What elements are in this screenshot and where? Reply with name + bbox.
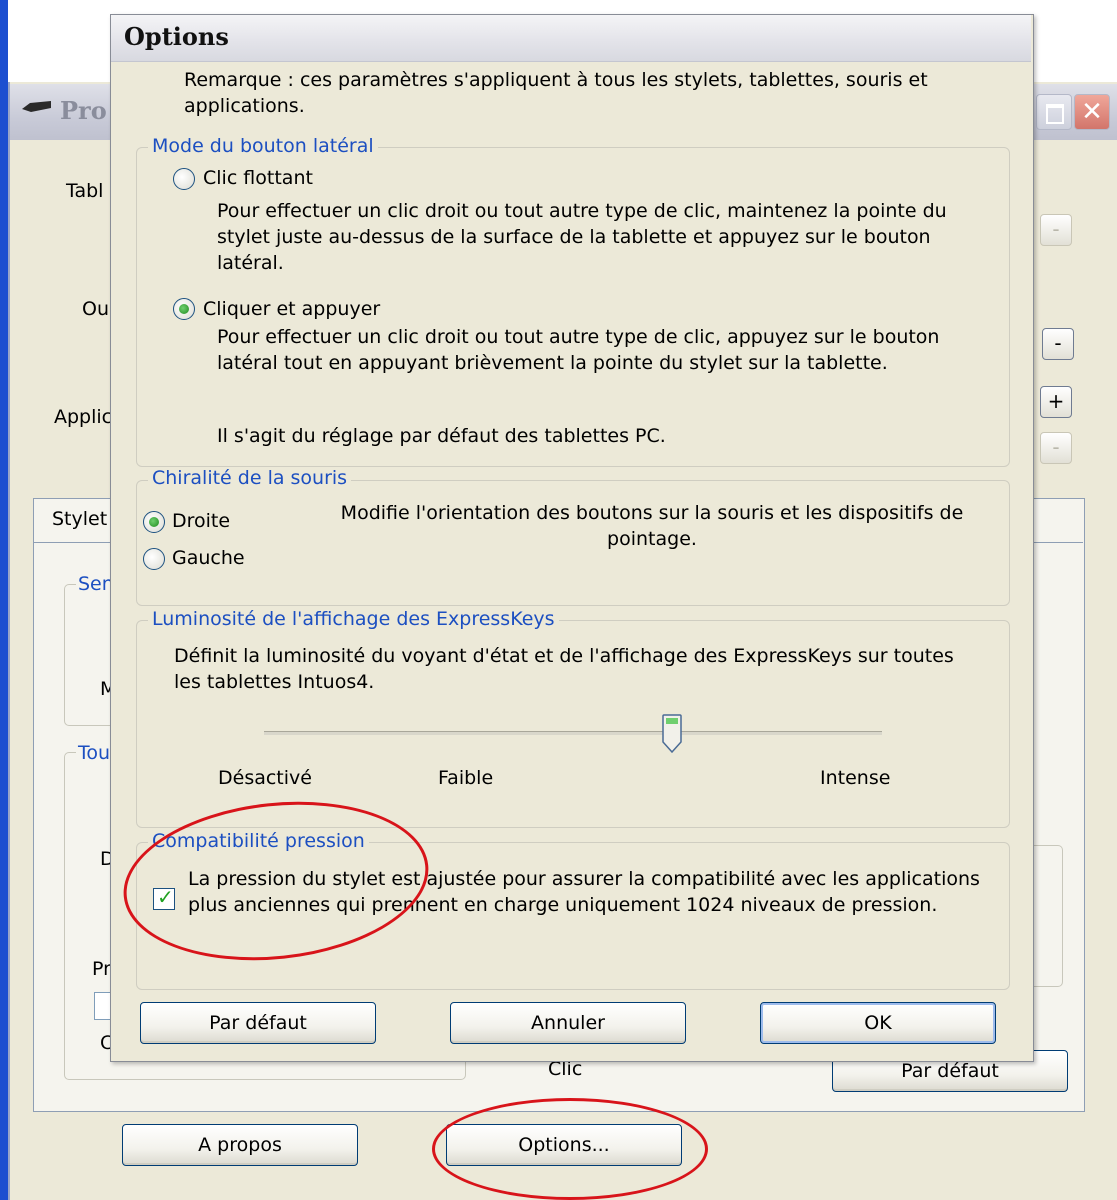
click-and-tap-label[interactable]: Cliquer et appuyer bbox=[203, 296, 380, 322]
application-label: Applic bbox=[54, 406, 113, 428]
annotation-ellipse-options bbox=[432, 1098, 708, 1200]
right-handed-radio[interactable] bbox=[143, 511, 165, 533]
hover-click-radio[interactable] bbox=[173, 168, 195, 190]
hover-click-description: Pour effectuer un clic droit ou tout aut… bbox=[217, 200, 947, 274]
properties-title: Pro bbox=[60, 96, 107, 125]
brightness-slider-thumb[interactable] bbox=[662, 714, 682, 754]
add-application-button[interactable]: + bbox=[1040, 386, 1072, 418]
tab-stylet[interactable]: Stylet bbox=[52, 508, 107, 530]
handedness-description: Modifie l'orientation des boutons sur la… bbox=[340, 502, 964, 550]
settings-note: Remarque : ces paramètres s'appliquent à… bbox=[184, 69, 928, 117]
tool-label: Ou bbox=[82, 298, 109, 320]
default-setting-note: Il s'agit du réglage par défaut des tabl… bbox=[217, 425, 666, 447]
pen-icon bbox=[22, 101, 51, 112]
maximize-button[interactable] bbox=[1036, 94, 1072, 130]
options-titlebar[interactable] bbox=[111, 15, 1031, 62]
dialog-default-button[interactable]: Par défaut bbox=[140, 1002, 376, 1044]
handedness-legend: Chiralité de la souris bbox=[148, 467, 352, 489]
expresskeys-brightness-legend: Luminosité de l'affichage des ExpressKey… bbox=[148, 608, 559, 630]
expresskeys-brightness-description: Définit la luminosité du voyant d'état e… bbox=[174, 645, 954, 693]
remove-tablet-button[interactable]: - bbox=[1040, 214, 1072, 246]
click-and-tap-radio[interactable] bbox=[173, 298, 195, 320]
remove-application-button[interactable]: - bbox=[1040, 432, 1072, 464]
right-handed-label[interactable]: Droite bbox=[172, 508, 230, 534]
left-handed-label[interactable]: Gauche bbox=[172, 545, 245, 571]
remove-tool-button[interactable]: - bbox=[1042, 328, 1074, 360]
close-button[interactable]: ✕ bbox=[1074, 94, 1110, 130]
desktop-edge bbox=[0, 0, 8, 1200]
tablet-label: Tabl bbox=[66, 180, 104, 202]
left-handed-radio[interactable] bbox=[143, 548, 165, 570]
options-title: Options bbox=[124, 22, 229, 51]
about-button[interactable]: A propos bbox=[122, 1124, 358, 1166]
brightness-label-off: Désactivé bbox=[218, 767, 312, 789]
tip-fragment-p: Pr bbox=[92, 958, 111, 980]
dialog-ok-button[interactable]: OK bbox=[760, 1002, 996, 1044]
brightness-slider-track[interactable] bbox=[264, 731, 882, 735]
dialog-cancel-button[interactable]: Annuler bbox=[450, 1002, 686, 1044]
hover-click-label[interactable]: Clic flottant bbox=[203, 165, 313, 191]
side-button-mode-legend: Mode du bouton latéral bbox=[148, 135, 378, 157]
brightness-label-high: Intense bbox=[820, 767, 891, 789]
group-tip-label: Tou bbox=[76, 742, 113, 764]
brightness-label-low: Faible bbox=[438, 767, 494, 789]
click-and-tap-description: Pour effectuer un clic droit ou tout aut… bbox=[217, 326, 940, 374]
